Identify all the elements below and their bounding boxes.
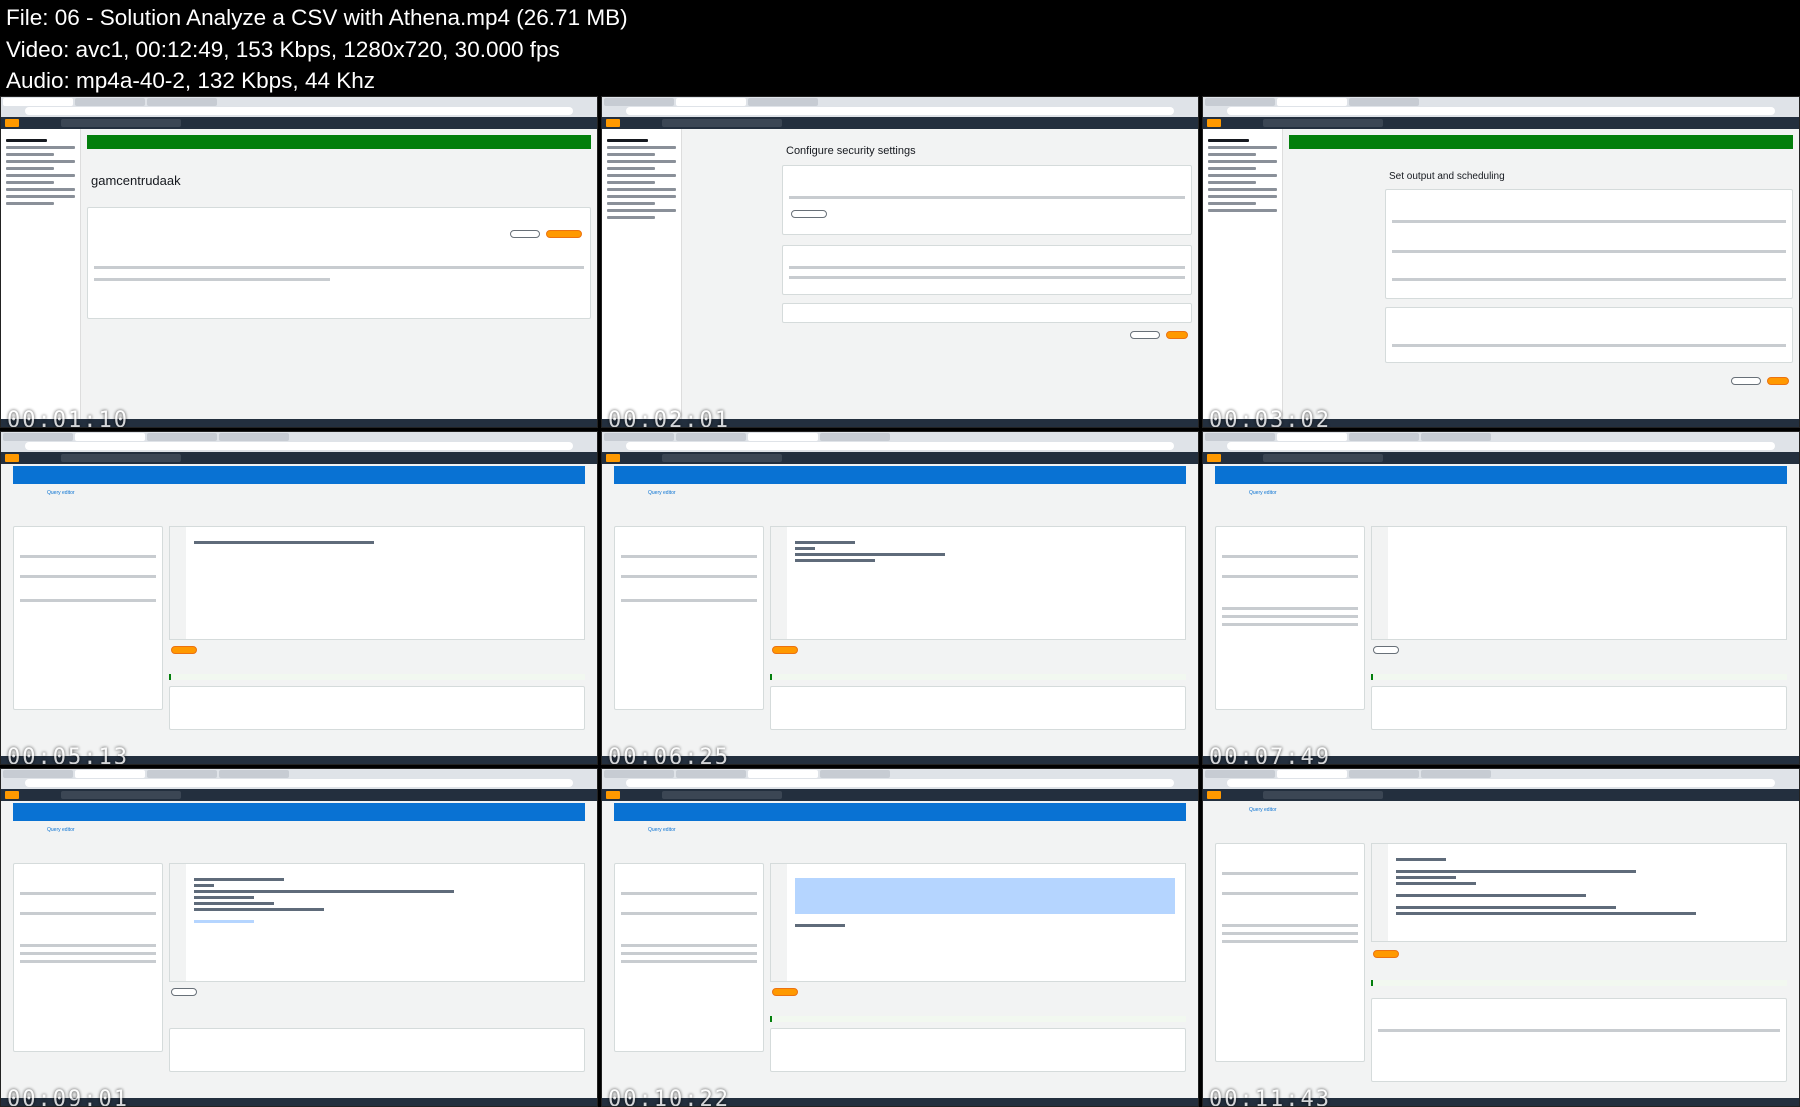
security-config-panel [782, 303, 1192, 323]
lake-formation-panel [782, 245, 1192, 295]
output-config-panel [1385, 189, 1793, 299]
thumbnail-grid: gamcentrudaak 00:01:10 Configure securit… [0, 96, 1800, 1107]
athena-info-banner [13, 466, 585, 484]
query-editor[interactable] [169, 526, 585, 640]
media-info-header: File: 06 - Solution Analyze a CSV with A… [0, 0, 1800, 96]
file-line: File: 06 - Solution Analyze a CSV with A… [6, 5, 628, 30]
video-line: Video: avc1, 00:12:49, 153 Kbps, 1280x72… [6, 36, 560, 62]
step-title: Configure security settings [786, 145, 916, 157]
thumbnail-glue-security[interactable]: Configure security settings 00:02:01 [601, 96, 1199, 428]
audio-line: Audio: mp4a-40-2, 132 Kbps, 44 Khz [6, 68, 375, 93]
results-panel [169, 686, 585, 730]
thumbnail-athena-6[interactable]: Query editor 00:11:43 [1202, 768, 1800, 1107]
browser-chrome [1, 97, 597, 117]
breadcrumb: Query editor [47, 490, 75, 496]
thumbnail-athena-3[interactable]: Query editor 00:07:49 [1202, 431, 1800, 765]
thumbnail-athena-5[interactable]: Query editor 00:10:22 [601, 768, 1199, 1107]
aws-top-nav [1, 117, 597, 129]
bucket-title: gamcentrudaak [91, 173, 181, 188]
data-panel [13, 526, 163, 710]
glue-sidebar [602, 129, 682, 419]
thumbnail-athena-2[interactable]: Query editor 00:06:25 [601, 431, 1199, 765]
iam-role-panel [782, 165, 1192, 235]
thumbnail-glue-output[interactable]: Set output and scheduling 00:03:02 [1202, 96, 1800, 428]
step-title: Set output and scheduling [1389, 171, 1505, 182]
aws-logo [5, 119, 19, 127]
s3-sidebar [1, 129, 81, 419]
thumbnail-s3[interactable]: gamcentrudaak 00:01:10 [0, 96, 598, 428]
timestamp: 00:01:10 [7, 408, 129, 428]
search-box [61, 119, 181, 127]
objects-panel [87, 207, 591, 319]
success-banner [87, 135, 591, 149]
crawler-schedule-panel [1385, 307, 1793, 363]
thumbnail-athena-4[interactable]: Query editor 00:09:01 [0, 768, 598, 1107]
thumbnail-athena-1[interactable]: Query editor 00:05:13 [0, 431, 598, 765]
